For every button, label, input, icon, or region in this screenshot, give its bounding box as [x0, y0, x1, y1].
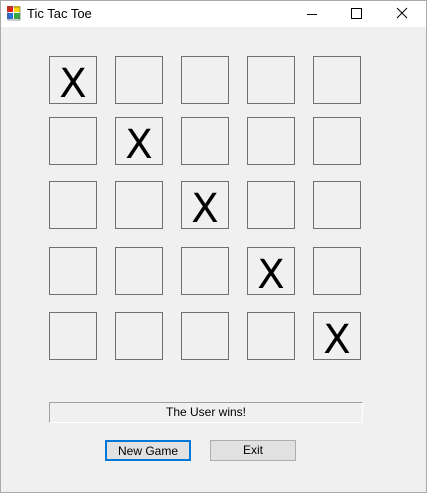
board-cell[interactable] — [313, 56, 361, 104]
new-game-button[interactable]: New Game — [105, 440, 191, 461]
status-label: The User wins! — [49, 402, 363, 423]
close-button[interactable] — [379, 1, 425, 27]
board-cell[interactable] — [247, 117, 295, 165]
board-cell[interactable] — [247, 312, 295, 360]
board-cell[interactable] — [49, 117, 97, 165]
board-cell[interactable] — [247, 181, 295, 229]
board-cell[interactable] — [313, 247, 361, 295]
board-cell[interactable] — [115, 312, 163, 360]
minimize-icon — [307, 14, 317, 15]
board-cell[interactable]: X — [49, 56, 97, 107]
exit-button[interactable]: Exit — [210, 440, 296, 461]
window-title: Tic Tac Toe — [27, 6, 92, 21]
title-bar[interactable]: Tic Tac Toe — [1, 1, 426, 27]
board-cell[interactable] — [181, 117, 229, 165]
board-cell[interactable] — [181, 247, 229, 295]
board-cell[interactable]: X — [313, 312, 361, 363]
board-cell[interactable] — [49, 247, 97, 295]
board-cell[interactable] — [115, 247, 163, 295]
board-cell[interactable] — [313, 117, 361, 165]
close-icon — [396, 7, 408, 19]
maximize-button[interactable] — [333, 1, 379, 27]
board-cell[interactable] — [115, 56, 163, 104]
app-window: Tic Tac Toe X X X X X The User wins! New… — [0, 0, 427, 493]
board-cell[interactable]: X — [115, 117, 163, 168]
board-cell[interactable] — [181, 56, 229, 104]
board-cell[interactable] — [49, 181, 97, 229]
board-cell[interactable]: X — [181, 181, 229, 232]
board-cell[interactable]: X — [247, 247, 295, 298]
app-icon[interactable] — [7, 6, 21, 21]
board-cell[interactable] — [49, 312, 97, 360]
board-cell[interactable] — [181, 312, 229, 360]
board-cell[interactable] — [313, 181, 361, 229]
board-cell[interactable] — [247, 56, 295, 104]
board-cell[interactable] — [115, 181, 163, 229]
maximize-icon — [351, 8, 362, 19]
minimize-button[interactable] — [289, 1, 335, 27]
